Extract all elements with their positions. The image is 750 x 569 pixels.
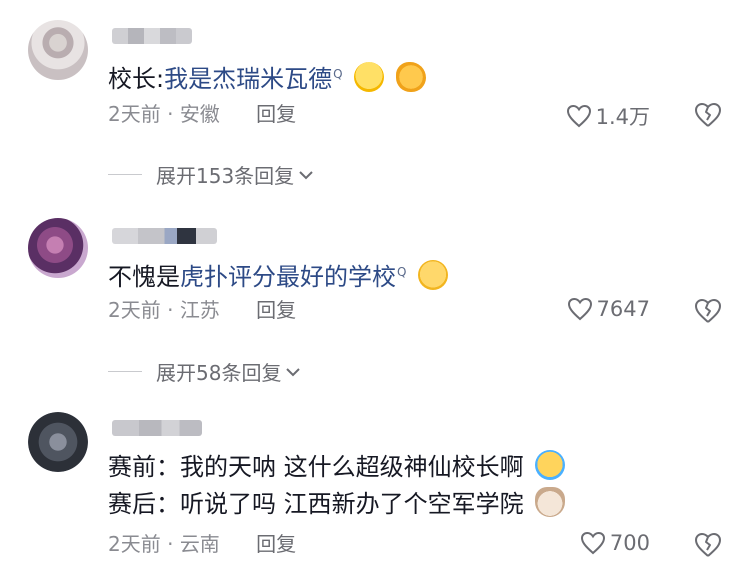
avatar[interactable] [28, 412, 88, 472]
like-count: 7647 [596, 297, 650, 321]
heart-icon [580, 531, 605, 555]
avatar[interactable] [28, 20, 88, 80]
username-blurred[interactable] [112, 228, 217, 244]
comment-location: 云南 [179, 532, 220, 556]
heart-icon [566, 104, 591, 128]
ok-hand-emoji [395, 62, 426, 92]
reply-button[interactable]: 回复 [256, 532, 296, 556]
avatar[interactable] [28, 218, 88, 278]
comment-time: 2天前 [108, 532, 161, 556]
expand-replies-label: 展开58条回复 [156, 361, 282, 385]
broken-heart-icon[interactable] [694, 102, 722, 128]
like-button[interactable]: 700 [580, 531, 650, 555]
divider [108, 371, 142, 372]
comment-text: 不愧是虎扑评分最好的学校Q [108, 255, 449, 294]
search-icon: Q [333, 67, 343, 81]
comment-text: 校长:我是杰瑞米瓦德Q [108, 57, 426, 96]
username-blurred[interactable] [112, 420, 202, 436]
cat-face-emoji [535, 487, 566, 517]
laughing-tears-emoji [354, 62, 385, 92]
expand-replies-button[interactable]: 展开58条回复 [108, 357, 301, 386]
comment-meta: 2天前 · 安徽 回复 [108, 102, 297, 126]
username-blurred[interactable] [112, 28, 192, 44]
comment-text-line-2: 赛后：听说了吗 江西新办了个空军学院 [108, 487, 566, 521]
chevron-down-icon [286, 367, 301, 376]
search-link[interactable]: 虎扑评分最好的学校 [180, 263, 396, 291]
pleading-face-emoji [418, 260, 449, 290]
heart-icon [567, 297, 592, 321]
comment-meta: 2天前 · 云南 回复 [108, 532, 297, 556]
comment-prefix: 校长: [108, 65, 165, 93]
reply-button[interactable]: 回复 [256, 102, 296, 126]
divider [108, 174, 142, 175]
broken-heart-icon[interactable] [694, 532, 722, 558]
like-button[interactable]: 7647 [567, 297, 650, 321]
expand-replies-button[interactable]: 展开153条回复 [108, 160, 314, 189]
search-link[interactable]: 我是杰瑞米瓦德 [164, 65, 332, 93]
comment-location: 江苏 [179, 298, 220, 322]
expand-replies-label: 展开153条回复 [156, 164, 295, 188]
comment-time: 2天前 [108, 102, 161, 126]
like-count: 700 [609, 531, 650, 555]
comment-meta: 2天前 · 江苏 回复 [108, 298, 297, 322]
like-count: 1.4万 [595, 105, 650, 129]
comment-time: 2天前 [108, 298, 161, 322]
chevron-down-icon [299, 170, 313, 179]
broken-heart-icon[interactable] [694, 298, 722, 324]
like-button[interactable]: 1.4万 [566, 101, 650, 131]
crying-face-emoji [535, 450, 566, 480]
search-icon: Q [397, 265, 407, 279]
reply-button[interactable]: 回复 [256, 298, 296, 322]
comment-prefix: 不愧是 [108, 263, 180, 291]
comment-text-line-1: 赛前：我的天呐 这什么超级神仙校长啊 [108, 450, 566, 484]
comment-location: 安徽 [179, 102, 220, 126]
